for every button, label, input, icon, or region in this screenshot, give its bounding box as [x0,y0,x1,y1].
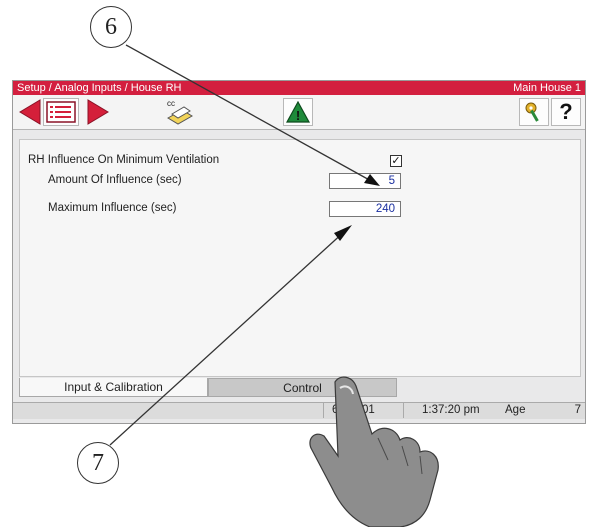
pointing-hand-icon [309,376,439,527]
arrowhead-6 [364,174,380,186]
annotation-overlay [109,44,439,527]
leader-line-6 [125,44,374,183]
leader-line-7 [109,230,346,446]
